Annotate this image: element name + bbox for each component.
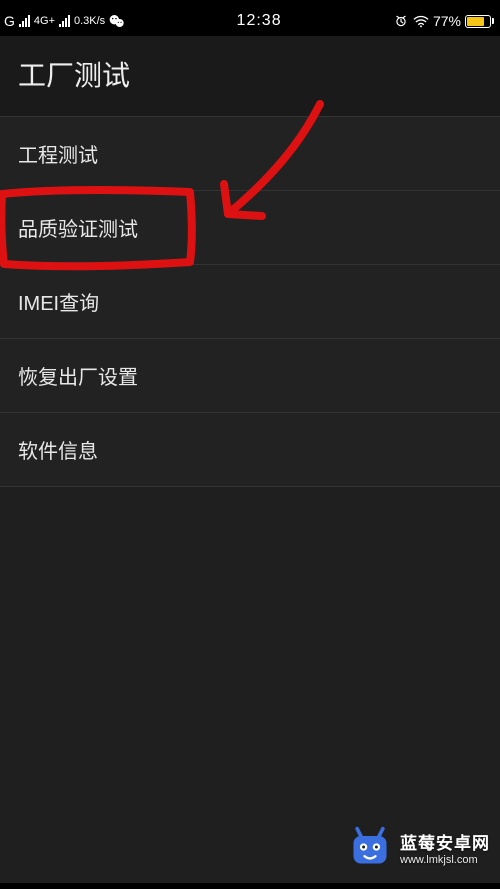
watermark: 蓝莓安卓网 www.lmkjsl.com — [348, 825, 490, 869]
menu-item-label: IMEI查询 — [18, 293, 99, 315]
wifi-icon — [413, 14, 429, 28]
menu-item-factory-reset[interactable]: 恢复出厂设置 — [0, 339, 500, 413]
menu-item-software-info[interactable]: 软件信息 — [0, 413, 500, 487]
network-speed: 0.3K/s — [74, 15, 105, 27]
carrier-prefix: G — [4, 13, 15, 29]
status-time: 12:38 — [125, 12, 393, 30]
mascot-icon — [348, 825, 392, 869]
watermark-url: www.lmkjsl.com — [400, 854, 490, 866]
menu-item-label: 恢复出厂设置 — [18, 367, 138, 389]
wechat-icon — [109, 14, 125, 28]
battery-icon — [465, 15, 494, 28]
menu-item-label: 品质验证测试 — [18, 219, 138, 241]
watermark-title: 蓝莓安卓网 — [400, 829, 490, 854]
menu-item-quality-verification-test[interactable]: 品质验证测试 — [0, 191, 500, 265]
signal-strength-icon — [19, 15, 30, 27]
status-right: 77% — [393, 13, 494, 29]
menu-item-label: 工程测试 — [18, 145, 98, 167]
menu-item-label: 软件信息 — [18, 441, 98, 463]
menu-item-imei-query[interactable]: IMEI查询 — [0, 265, 500, 339]
network-type: 4G+ — [34, 15, 55, 27]
menu-list: 工程测试 品质验证测试 IMEI查询 恢复出厂设置 软件信息 — [0, 117, 500, 487]
alarm-icon — [393, 14, 409, 28]
status-left: G 4G+ 0.3K/s — [4, 13, 125, 29]
battery-percent: 77% — [433, 13, 461, 29]
page-title: 工厂测试 — [18, 54, 482, 94]
status-bar: G 4G+ 0.3K/s 12:38 — [0, 6, 500, 36]
signal-strength-icon-2 — [59, 15, 70, 27]
app-header: 工厂测试 — [0, 36, 500, 117]
menu-item-engineering-test[interactable]: 工程测试 — [0, 117, 500, 191]
